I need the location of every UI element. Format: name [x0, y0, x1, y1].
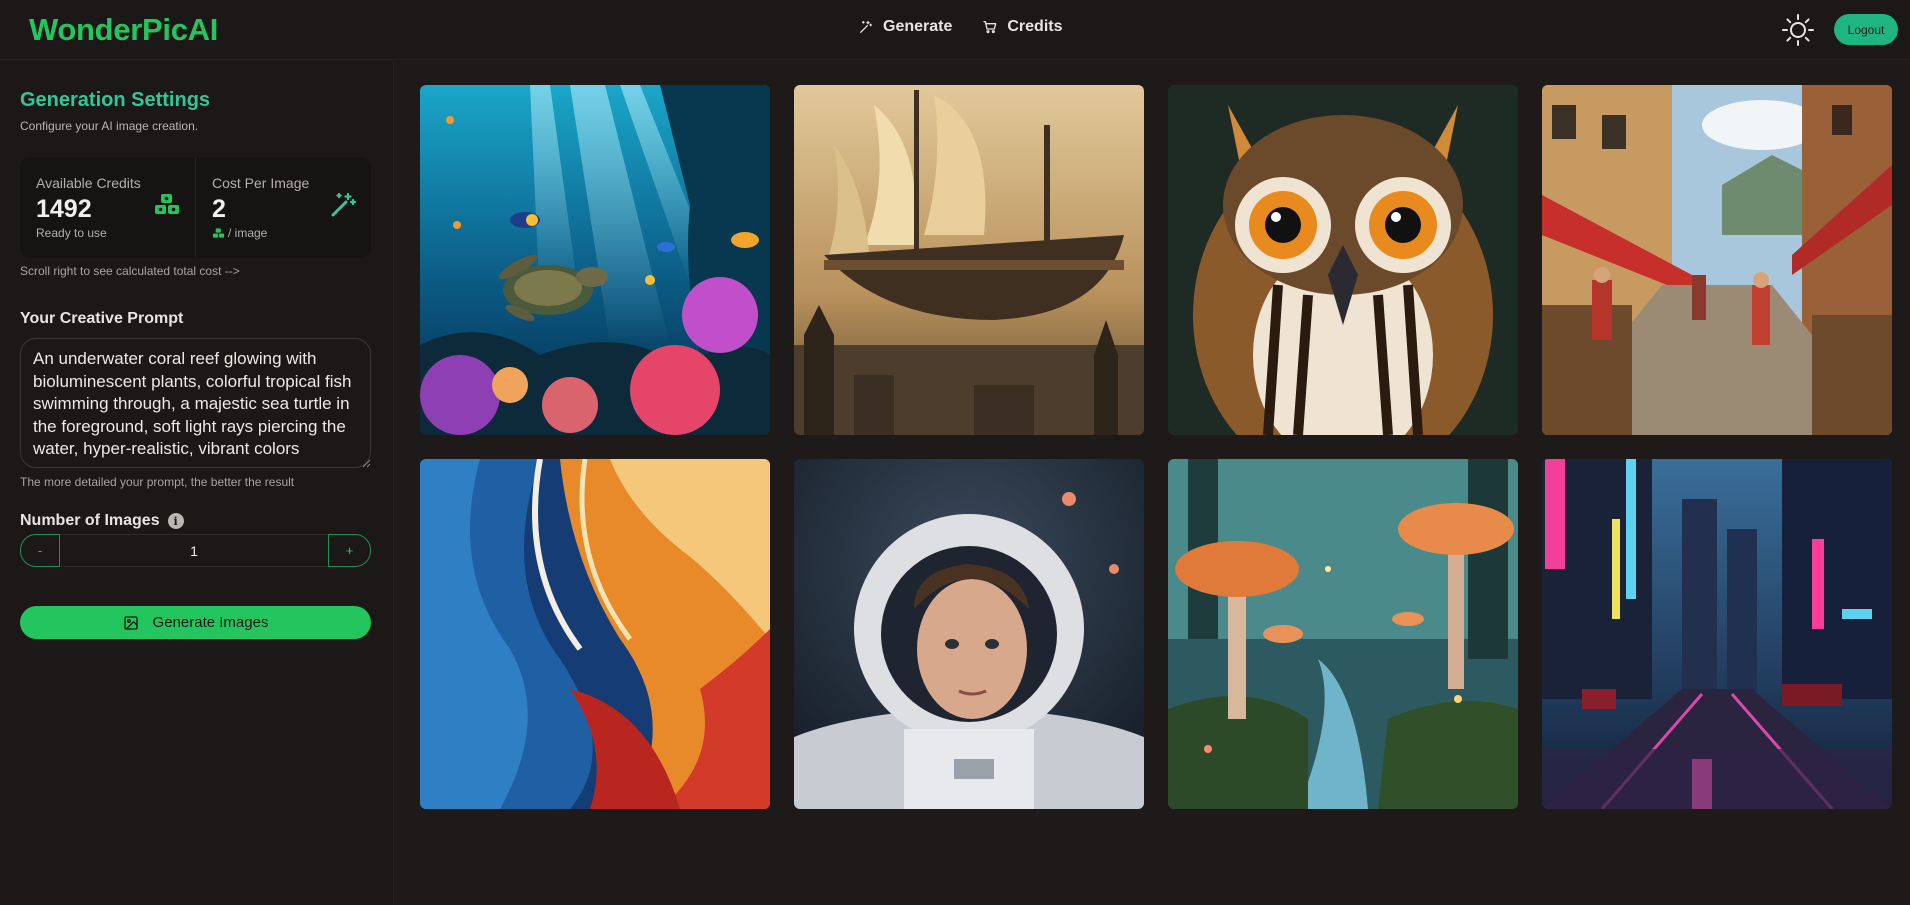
number-of-images-stepper: - + [20, 534, 371, 567]
abstract-color-waves-image [420, 459, 770, 809]
available-credits-stat: Available Credits 1492 Ready to use [20, 157, 195, 258]
flying-airship-image [794, 85, 1144, 435]
neon-city-street-image [1542, 459, 1892, 809]
gallery-image-card[interactable] [1168, 85, 1518, 435]
brand-logo[interactable]: WonderPicAI [29, 12, 218, 48]
cost-per-image-stat: Cost Per Image 2 / image [195, 157, 371, 258]
astronaut-portrait-image [794, 459, 1144, 809]
owl-portrait-image [1168, 85, 1518, 435]
gallery-image-card[interactable] [420, 85, 770, 435]
gallery-image-card[interactable] [1542, 459, 1892, 809]
cart-icon [983, 21, 997, 34]
gallery-image-card[interactable] [1542, 85, 1892, 435]
nav-generate-label: Generate [883, 18, 953, 35]
gallery-image-card[interactable] [794, 459, 1144, 809]
sun-icon[interactable] [1781, 13, 1815, 47]
credits-stats: Available Credits 1492 Ready to use Cost… [20, 157, 371, 258]
nav-credits[interactable]: Credits [982, 18, 1063, 36]
image-icon [123, 615, 138, 630]
settings-subtitle: Configure your AI image creation. [20, 119, 199, 133]
prompt-label: Your Creative Prompt [20, 310, 184, 327]
enchanted-mushroom-forest-image [1168, 459, 1518, 809]
gallery-image-card[interactable] [794, 85, 1144, 435]
gallery-image-card[interactable] [420, 459, 770, 809]
prompt-hint: The more detailed your prompt, the bette… [20, 475, 295, 489]
settings-sidebar: Generation Settings Configure your AI im… [0, 61, 394, 905]
settings-title: Generation Settings [20, 89, 211, 111]
magic-wand-icon [331, 192, 357, 217]
decrement-button[interactable]: - [20, 534, 60, 567]
cost-per-image-note: / image [212, 226, 355, 240]
number-of-images-input[interactable] [60, 534, 328, 567]
coins-small-icon [212, 227, 225, 238]
prompt-textarea[interactable]: An underwater coral reef glowing with bi… [20, 338, 371, 468]
cost-per-image-unit: / image [228, 226, 268, 240]
logout-button[interactable]: Logout [1834, 14, 1898, 45]
resize-grip-icon[interactable] [361, 458, 371, 468]
main-nav: Generate Credits [858, 18, 1063, 36]
generate-images-label: Generate Images [152, 614, 269, 631]
gallery-image-card[interactable] [1168, 459, 1518, 809]
cost-per-image-label: Cost Per Image [212, 175, 310, 191]
top-navbar: WonderPicAI Generate Credits Logout [0, 0, 1910, 60]
nav-credits-label: Credits [1007, 18, 1063, 35]
available-credits-note: Ready to use [36, 226, 107, 240]
info-icon[interactable]: i [167, 513, 184, 529]
increment-button[interactable]: + [328, 534, 371, 567]
medieval-market-street-image [1542, 85, 1892, 435]
nav-generate[interactable]: Generate [858, 18, 952, 36]
generate-images-button[interactable]: Generate Images [20, 606, 371, 639]
available-credits-label: Available Credits [36, 175, 141, 191]
underwater-coral-reef-image [420, 85, 770, 435]
number-of-images-label: Number of Images i [20, 512, 184, 530]
number-of-images-text: Number of Images [20, 512, 160, 529]
coins-icon [155, 194, 179, 214]
scroll-hint: Scroll right to see calculated total cos… [20, 264, 240, 278]
magic-wand-icon [860, 21, 872, 33]
image-gallery [420, 85, 1892, 809]
